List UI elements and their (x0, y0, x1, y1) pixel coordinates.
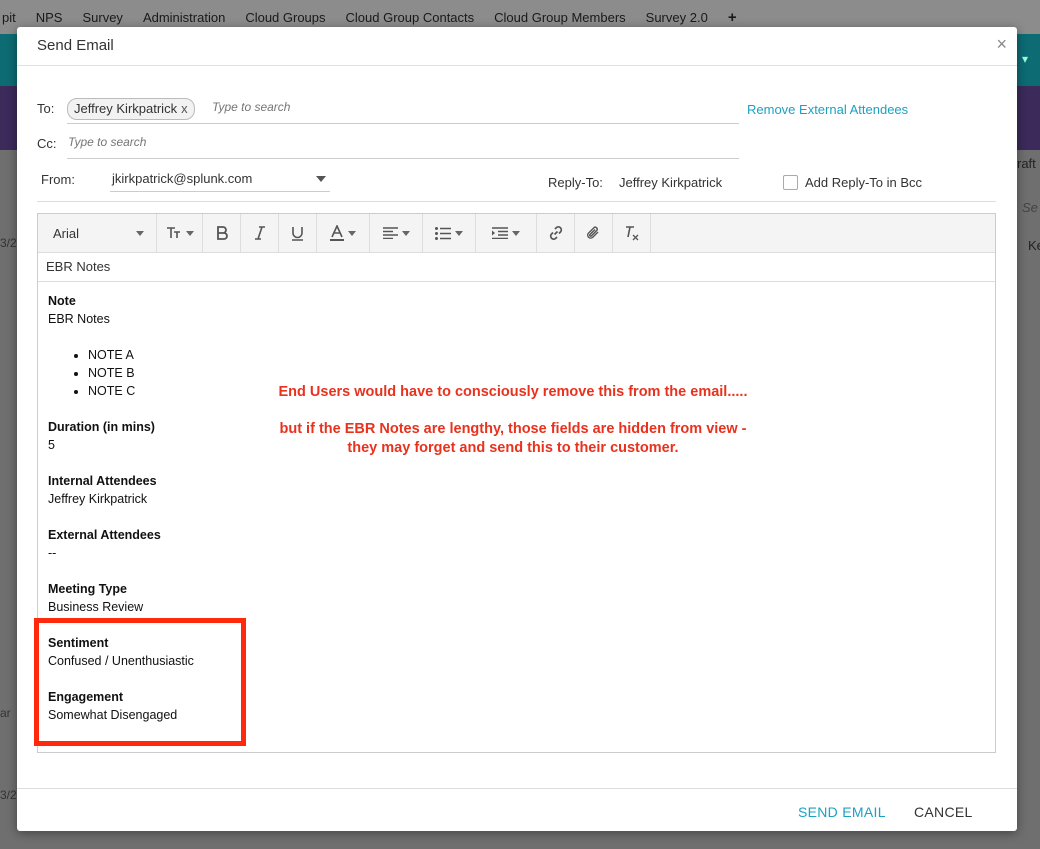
link-icon (549, 226, 562, 240)
annotation-line-1: End Users would have to consciously remo… (278, 384, 748, 400)
font-family-value: Arial (53, 226, 80, 241)
warning-annotation: End Users would have to consciously remo… (250, 383, 776, 458)
background-text-fragment: ar (0, 706, 11, 720)
list-button[interactable] (423, 214, 476, 252)
nav-item-nps[interactable]: NPS (26, 10, 73, 25)
font-size-icon (166, 227, 180, 238)
italic-button[interactable] (241, 214, 279, 252)
align-left-icon (382, 227, 398, 239)
add-reply-to-bcc-label[interactable]: Add Reply-To in Bcc (805, 175, 922, 190)
subject-line[interactable]: EBR Notes (38, 253, 995, 282)
list-item: NOTE B (88, 364, 985, 382)
nav-item-cloud-groups[interactable]: Cloud Groups (235, 10, 335, 25)
clear-formatting-button[interactable] (613, 214, 651, 252)
send-email-button[interactable]: SEND EMAIL (798, 804, 886, 820)
reply-to-value: Jeffrey Kirkpatrick (619, 175, 723, 190)
bold-icon (216, 226, 228, 240)
note-label: Note (48, 294, 76, 308)
annotation-line-2: but if the EBR Notes are lengthy, those … (279, 421, 747, 437)
chevron-down-icon (455, 230, 463, 236)
remove-external-attendees-link[interactable]: Remove External Attendees (747, 102, 908, 117)
indent-icon (492, 227, 508, 239)
paperclip-icon (587, 226, 599, 239)
nav-item-survey-2[interactable]: Survey 2.0 (636, 10, 718, 25)
chevron-down-icon (316, 176, 326, 182)
note-value: EBR Notes (48, 312, 110, 326)
background-tab-fragment: raft (1017, 156, 1036, 171)
underline-icon (292, 226, 303, 241)
modal-header: Send Email × (17, 27, 1017, 66)
chevron-down-icon: ▾ (1022, 52, 1029, 66)
attach-file-button[interactable] (575, 214, 613, 252)
close-icon[interactable]: × (996, 34, 1007, 55)
chevron-down-icon (512, 230, 520, 236)
to-field-underline (67, 123, 739, 124)
editor-toolbar: Arial (38, 214, 995, 253)
indent-button[interactable] (476, 214, 537, 252)
external-attendees-label: External Attendees (48, 528, 161, 542)
cancel-button[interactable]: CANCEL (914, 804, 973, 820)
list-item: NOTE A (88, 346, 985, 364)
nav-item-administration[interactable]: Administration (133, 10, 235, 25)
background-search-fragment: Se (1022, 200, 1038, 215)
chevron-down-icon (185, 230, 194, 236)
nav-item-cloud-group-members[interactable]: Cloud Group Members (484, 10, 636, 25)
cc-search-input[interactable] (68, 135, 368, 149)
background-date-fragment: 3/2 (0, 236, 16, 250)
header-divider (37, 201, 996, 202)
nav-item-survey[interactable]: Survey (72, 10, 132, 25)
internal-attendees-value: Jeffrey Kirkpatrick (48, 492, 148, 506)
bold-button[interactable] (203, 214, 241, 252)
insert-link-button[interactable] (537, 214, 575, 252)
italic-icon (254, 226, 265, 240)
add-reply-to-bcc-checkbox[interactable] (783, 175, 798, 190)
to-search-input[interactable] (212, 100, 512, 114)
highlight-box (34, 618, 246, 746)
align-button[interactable] (370, 214, 423, 252)
recipient-chip-label: Jeffrey Kirkpatrick (74, 101, 178, 116)
chevron-down-icon (136, 231, 144, 236)
from-value: jkirkpatrick@splunk.com (112, 171, 253, 186)
chevron-down-icon (348, 230, 356, 236)
recipient-chip[interactable]: Jeffrey Kirkpatrick x (67, 98, 195, 120)
text-color-icon (330, 225, 344, 241)
reply-to-label: Reply-To: (548, 175, 603, 190)
font-family-select[interactable]: Arial (38, 214, 157, 252)
underline-button[interactable] (279, 214, 317, 252)
remove-recipient-icon[interactable]: x (181, 101, 188, 116)
background-name-fragment: Ke (1028, 238, 1040, 253)
font-size-button[interactable] (157, 214, 203, 252)
add-tab-icon[interactable]: + (718, 9, 747, 26)
chevron-down-icon (401, 230, 410, 236)
meeting-type-label: Meeting Type (48, 582, 127, 596)
footer-divider (17, 788, 1017, 789)
bulleted-list-icon (435, 226, 451, 240)
from-label: From: (41, 172, 75, 187)
annotation-line-3: they may forget and send this to their c… (347, 440, 679, 456)
clear-formatting-icon (625, 226, 638, 241)
from-select[interactable]: jkirkpatrick@splunk.com (110, 167, 330, 192)
cc-label: Cc: (37, 136, 57, 151)
cc-field-underline (67, 158, 739, 159)
text-color-button[interactable] (317, 214, 370, 252)
meeting-type-value: Business Review (48, 600, 144, 614)
to-label: To: (37, 101, 55, 116)
nav-item[interactable]: pit (0, 10, 26, 25)
background-date-fragment: 3/2 (0, 788, 16, 802)
internal-attendees-label: Internal Attendees (48, 474, 157, 488)
external-attendees-value: -- (48, 546, 57, 560)
modal-title: Send Email (37, 37, 114, 54)
nav-item-cloud-group-contacts[interactable]: Cloud Group Contacts (336, 10, 485, 25)
